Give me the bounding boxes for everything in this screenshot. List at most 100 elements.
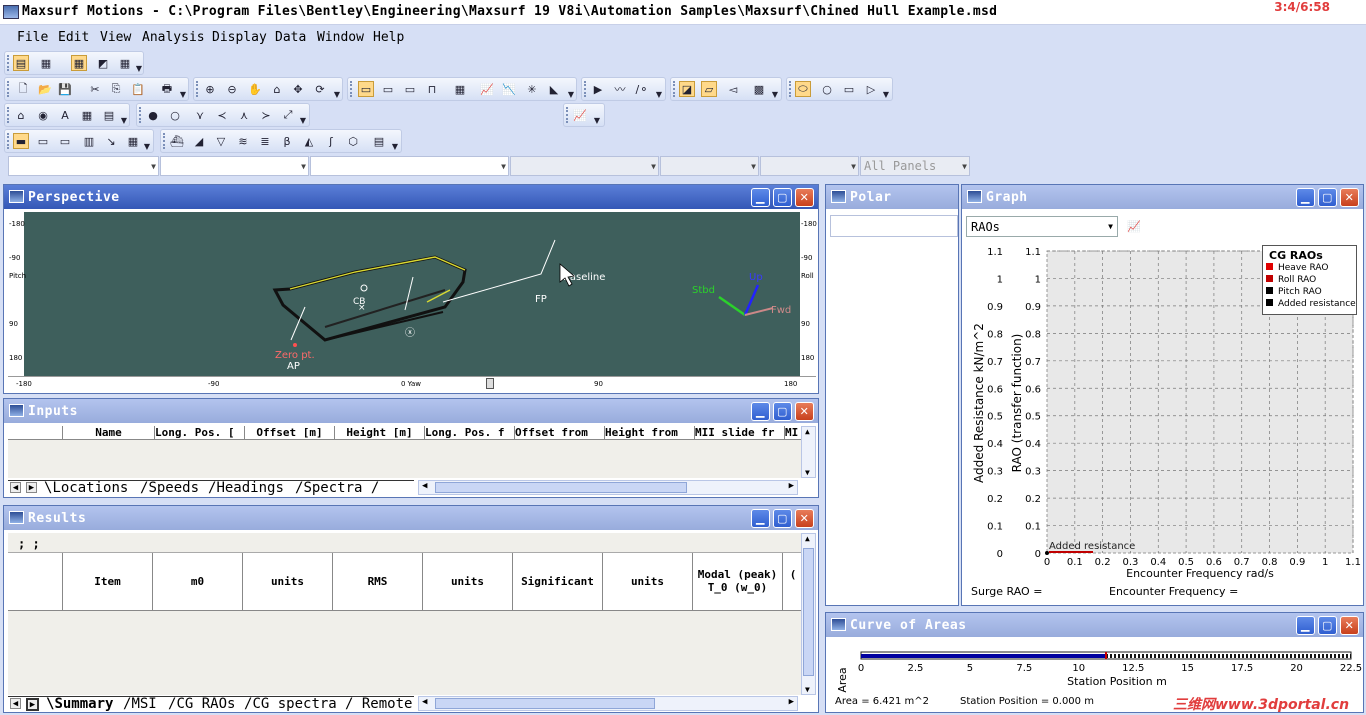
combo-2[interactable]: ▼ [160,156,309,176]
trace-icon[interactable]: ʃ [323,133,339,149]
perspective-viewport[interactable]: -180 -90 Pitch 90 180 -180 -90 Roll 90 1… [8,212,817,391]
menu-view[interactable]: View [100,30,131,45]
wave-icon[interactable]: ◅ [725,81,741,97]
graph-options-icon[interactable]: 📈 [572,107,588,123]
inputs-hscroll[interactable]: ◀ ▶ [418,480,798,495]
tab-prev-button[interactable]: ◀ [10,698,21,709]
toolbar-more-icon[interactable]: ▼ [143,138,151,154]
toolbar-more-icon[interactable]: ▼ [882,86,890,102]
close-button[interactable]: ✕ [795,402,814,421]
polar-selector[interactable] [830,215,958,237]
maximize-button[interactable]: ▢ [773,188,792,207]
tile-horizontal-icon[interactable]: ▤ [13,55,29,71]
maximize-button[interactable]: ▢ [1318,188,1337,207]
hull-data-icon[interactable]: ▬ [13,133,29,149]
column-header[interactable]: Offset [m] [245,426,335,439]
minimize-button[interactable]: ▁ [751,402,770,421]
stern-icon[interactable]: ◢ [191,133,207,149]
combo-6[interactable]: ▼ [760,156,859,176]
tab-spectra[interactable]: /Spectra / [295,480,379,496]
column-header[interactable]: units [243,553,333,610]
column-header[interactable]: Long. Pos. f [425,426,515,439]
menu-display[interactable]: Display [212,30,267,45]
light-3-icon[interactable]: ⋏ [236,107,252,123]
inputs-vscroll[interactable]: ▲ ▼ [801,426,816,478]
menu-file[interactable]: File [17,30,48,45]
column-header[interactable]: Height from [605,426,695,439]
curve-icon[interactable]: 📉 [501,81,517,97]
data-2-icon[interactable]: ▭ [35,133,51,149]
column-header[interactable]: Long. Pos. [ [155,426,245,439]
combo-5[interactable]: ▼ [660,156,759,176]
toolbar-more-icon[interactable]: ▼ [120,112,128,128]
home-view-icon[interactable]: ⌂ [269,81,285,97]
menu-data[interactable]: Data [275,30,306,45]
tab-next-button[interactable]: ▶ [26,482,37,493]
tab-summary[interactable]: \Summary [46,696,113,712]
close-button[interactable]: ✕ [1340,188,1359,207]
results-vscroll[interactable]: ▲ ▼ [801,533,816,695]
beta-icon[interactable]: β [279,133,295,149]
polar-icon[interactable]: ✳ [524,81,540,97]
hull-shape-icon[interactable]: ⬭ [795,81,811,97]
column-header[interactable]: Name [63,426,155,439]
pan-icon[interactable]: ✋ [247,81,263,97]
tab-locations[interactable]: \Locations [44,480,128,496]
calculator-icon[interactable]: ▦ [79,107,95,123]
data-3-icon[interactable]: ▭ [57,133,73,149]
zoom-out-icon[interactable]: ⊖ [224,81,240,97]
combo-4[interactable]: ▼ [510,156,659,176]
outline-icon[interactable]: ▱ [701,81,717,97]
toolbar-more-icon[interactable]: ▼ [179,86,187,102]
plan-view-icon[interactable]: ▭ [380,81,396,97]
flag-icon[interactable]: ▷ [863,81,879,97]
spectrum-icon[interactable]: ◭ [301,133,317,149]
minimize-button[interactable]: ▁ [751,188,770,207]
areas-icon[interactable]: ◣ [546,81,562,97]
save-icon[interactable]: 💾 [57,81,73,97]
tab-cg-raos[interactable]: /CG RAOs [168,696,235,712]
column-header[interactable]: Modal (peak) T_0 (w_0) [693,553,783,610]
tab-prev-button[interactable]: ◀ [10,482,21,493]
profile-view-icon[interactable]: ▭ [402,81,418,97]
arrange-icon[interactable]: ◩ [95,55,111,71]
scroll-thumb[interactable] [803,548,814,676]
tab-headings[interactable]: /Headings [208,480,284,496]
menu-edit[interactable]: Edit [58,30,89,45]
scroll-thumb[interactable] [435,482,687,493]
minimize-button[interactable]: ▁ [751,509,770,528]
graph-settings-icon[interactable]: 📈 [1126,218,1142,234]
color-wheel-icon[interactable]: ◉ [35,107,51,123]
yaw-ruler[interactable]: -180 -90 0 Yaw 90 180 [8,376,816,391]
menu-help[interactable]: Help [373,30,404,45]
new-file-icon[interactable]: 🗋 [15,81,31,97]
sections-icon[interactable]: ≣ [257,133,273,149]
graph-selector[interactable]: RAOs ▼ [966,216,1118,237]
column-header[interactable] [8,553,63,610]
close-button[interactable]: ✕ [1340,616,1359,635]
tile-grid-icon[interactable]: ▦ [71,55,87,71]
combo-1[interactable]: ▼ [8,156,159,176]
column-header[interactable]: Offset from [515,426,605,439]
tab-next-button[interactable]: ▶ [26,698,39,711]
tab-cg-spectra[interactable]: /CG spectra [244,696,337,712]
report-icon[interactable]: ▤ [371,133,387,149]
grid-icon[interactable]: ▦ [117,55,133,71]
rotate-icon[interactable]: ⟳ [312,81,328,97]
paste-icon[interactable]: 📋 [130,81,146,97]
mesh-icon[interactable]: ▩ [751,81,767,97]
tab-speeds[interactable]: /Speeds [140,480,199,496]
animate-icon[interactable]: 〰 [612,81,628,97]
circle-outline-icon[interactable]: ○ [167,107,183,123]
tab-msi[interactable]: /MSI [123,696,157,712]
toolbar-more-icon[interactable]: ▼ [391,138,399,154]
home-icon[interactable]: ⌂ [13,107,29,123]
toolbar-more-icon[interactable]: ▼ [655,86,663,102]
toolbar-more-icon[interactable]: ▼ [593,112,601,128]
light-4-icon[interactable]: ≻ [258,107,274,123]
menu-window[interactable]: Window [317,30,364,45]
box-icon[interactable]: ⬡ [345,133,361,149]
zoom-in-icon[interactable]: ⊕ [202,81,218,97]
light-5-icon[interactable]: ⤢ [280,107,296,123]
toolbar-more-icon[interactable]: ▼ [333,86,341,102]
